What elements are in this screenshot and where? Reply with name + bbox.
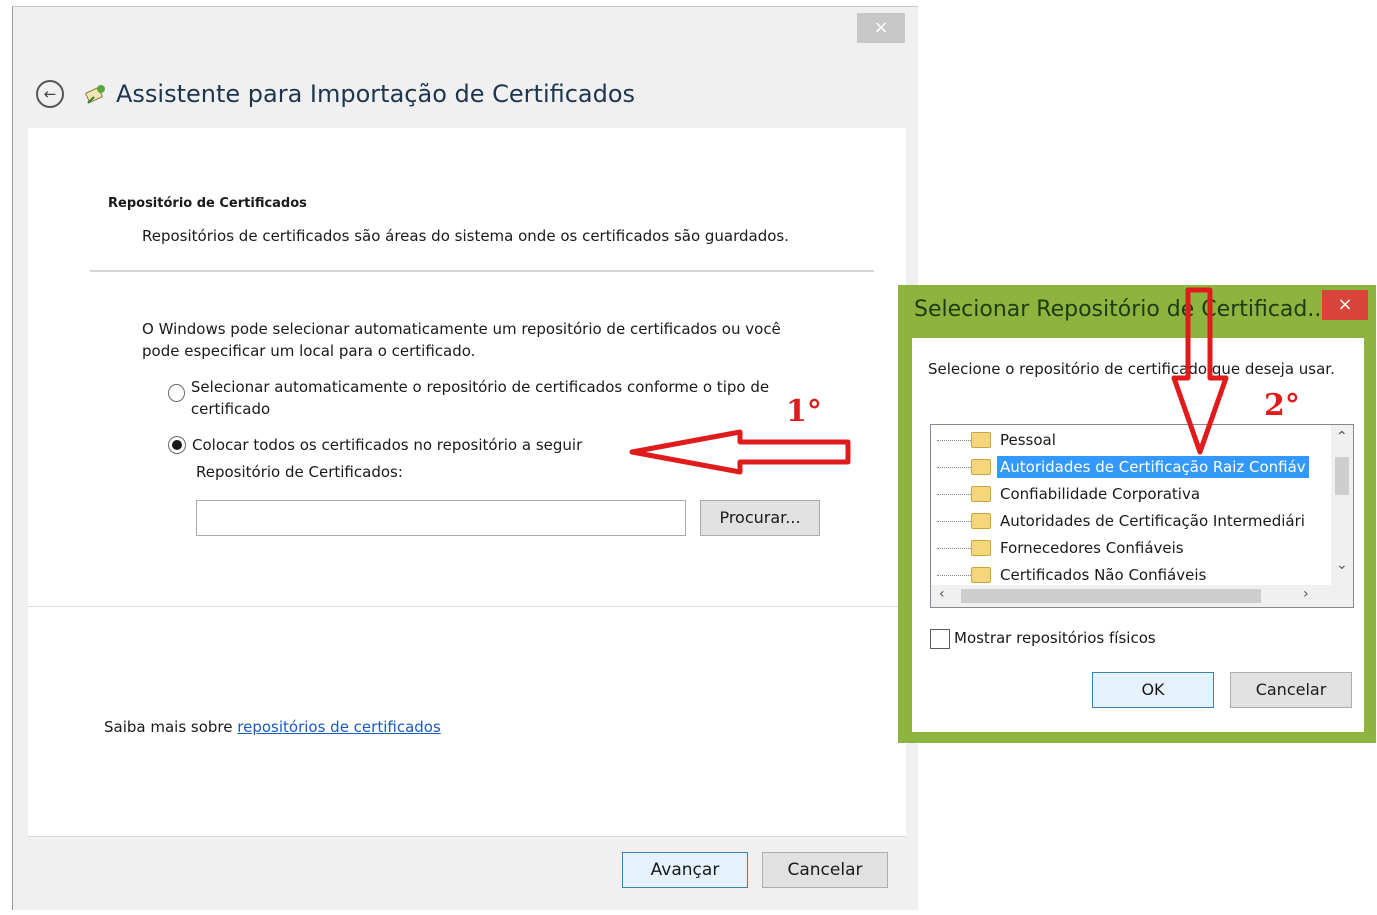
annotation-arrows [629, 287, 1229, 475]
down-pointing-arrow [1171, 287, 1229, 455]
left-pointing-arrow [629, 429, 851, 475]
